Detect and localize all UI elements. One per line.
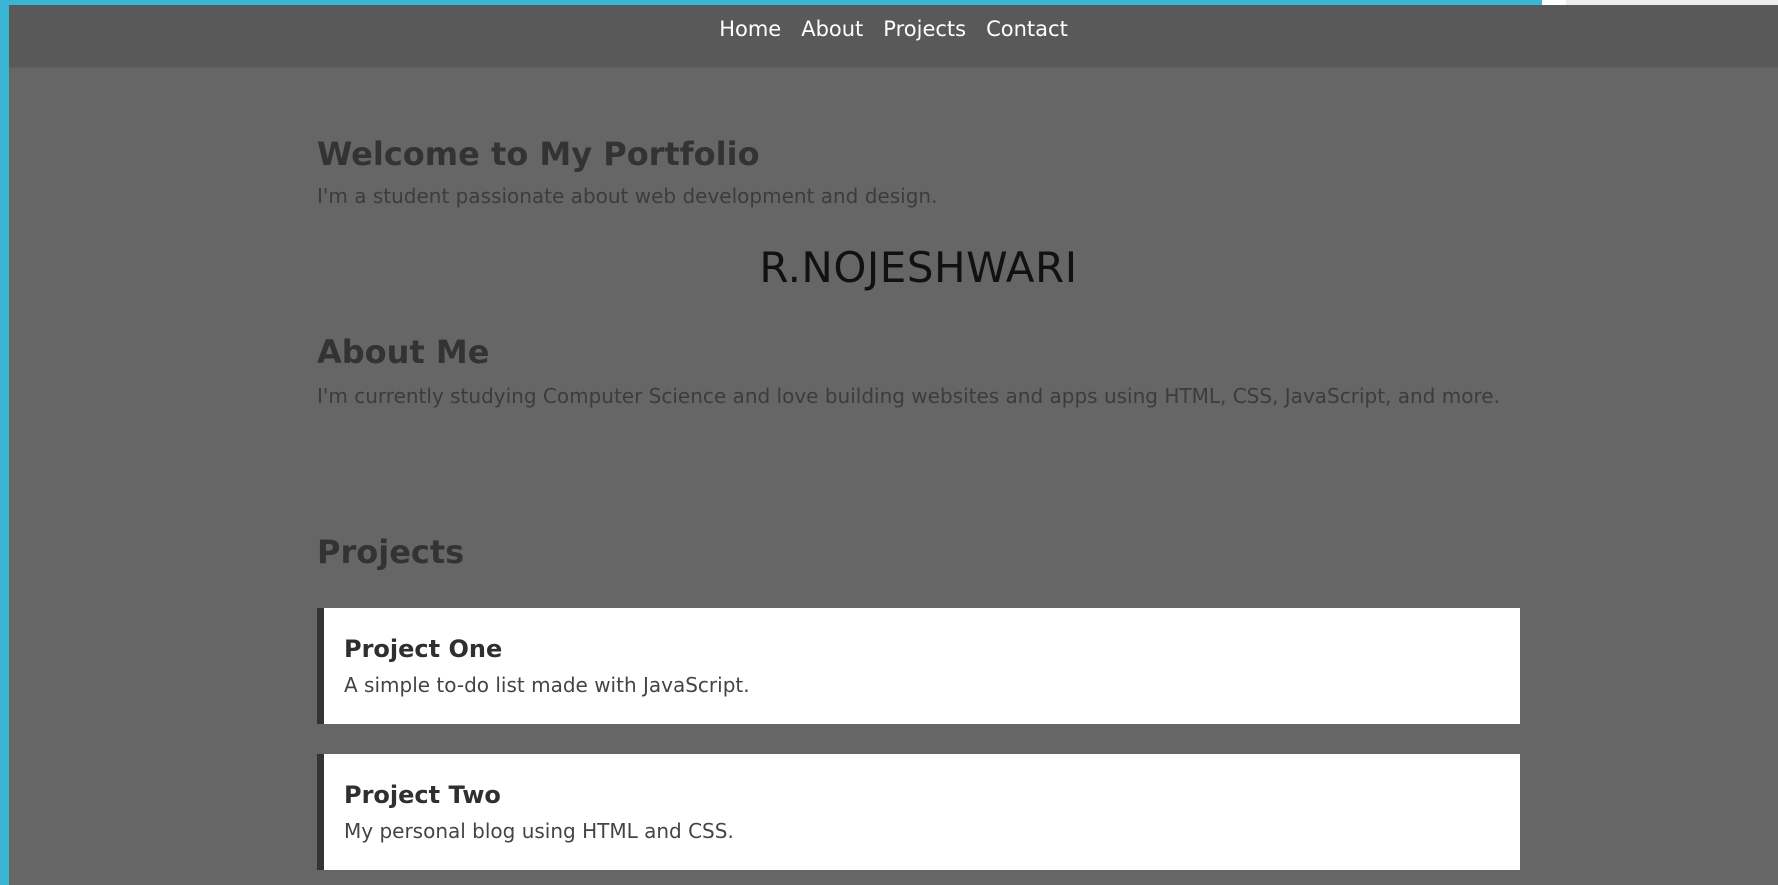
navbar: Home About Projects Contact <box>9 5 1778 68</box>
nav-link-about[interactable]: About <box>801 17 863 41</box>
main-content: Welcome to My Portfolio I'm a student pa… <box>317 67 1520 885</box>
about-text: I'm currently studying Computer Science … <box>317 384 1500 408</box>
nav-link-contact[interactable]: Contact <box>986 17 1068 41</box>
projects-title: Projects <box>317 533 465 571</box>
project-card-one[interactable]: Project One A simple to-do list made wit… <box>317 608 1520 724</box>
hero-subtitle: I'm a student passionate about web devel… <box>317 184 938 208</box>
about-title: About Me <box>317 333 490 371</box>
portfolio-page: Home About Projects Contact Welcome to My P… <box>9 5 1778 885</box>
nav-links: Home About Projects Contact <box>9 5 1778 47</box>
nav-link-projects[interactable]: Projects <box>883 17 966 41</box>
project-card-two[interactable]: Project Two My personal blog using HTML … <box>317 754 1520 870</box>
project-title: Project Two <box>344 781 501 809</box>
name-banner: R.NOJESHWARI <box>759 243 1078 292</box>
project-title: Project One <box>344 635 503 663</box>
project-description: A simple to-do list made with JavaScript… <box>344 673 750 697</box>
nav-link-home[interactable]: Home <box>719 17 781 41</box>
project-description: My personal blog using HTML and CSS. <box>344 819 734 843</box>
hero-title: Welcome to My Portfolio <box>317 135 760 173</box>
